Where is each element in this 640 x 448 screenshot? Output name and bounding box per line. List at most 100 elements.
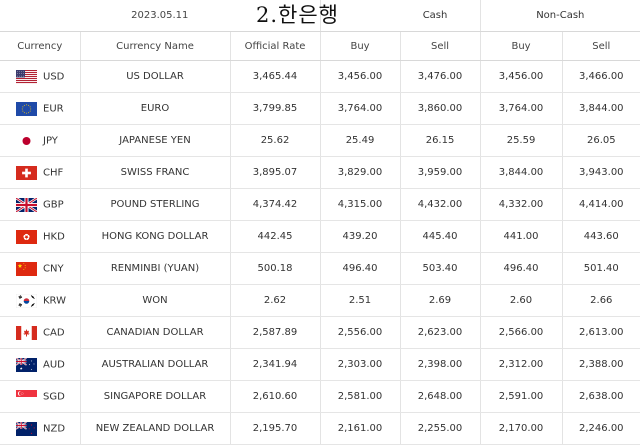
cash-buy: 439.20	[319, 220, 401, 253]
currency-cell: NZD	[0, 412, 80, 445]
official-rate: 2,587.89	[229, 316, 321, 349]
overlay-title: 2.한은행	[256, 3, 339, 27]
currency-code: JPY	[43, 135, 58, 146]
official-rate: 500.18	[229, 252, 321, 285]
currency-name: WON	[79, 284, 230, 317]
official-rate: 3,799.85	[229, 92, 321, 125]
cash-sell: 2,648.00	[399, 380, 481, 413]
col-official-rate: Official Rate	[229, 31, 321, 61]
currency-code: AUD	[43, 359, 65, 370]
gb-flag-icon	[16, 197, 37, 212]
exchange-rate-table: 2023.05.11 Cash Non-Cash Currency Curren…	[0, 0, 640, 445]
eu-flag-icon	[16, 101, 37, 116]
official-rate: 3,895.07	[229, 156, 321, 189]
noncash-sell: 443.60	[561, 220, 640, 253]
currency-code: CAD	[43, 327, 65, 338]
table-row-cny: CNY RENMINBI (YUAN) 500.18 496.40 503.40…	[0, 252, 640, 285]
col-noncash-sell: Sell	[561, 31, 640, 61]
noncash-sell: 2,388.00	[561, 348, 640, 381]
currency-cell: JPY	[0, 124, 80, 157]
ca-flag-icon	[16, 325, 37, 340]
currency-name: RENMINBI (YUAN)	[79, 252, 230, 285]
official-rate: 3,465.44	[229, 60, 321, 93]
cn-flag-icon	[16, 261, 37, 276]
table-row-gbp: GBP POUND STERLING 4,374.42 4,315.00 4,4…	[0, 188, 640, 221]
table-row-nzd: NZD NEW ZEALAND DOLLAR 2,195.70 2,161.00…	[0, 412, 640, 445]
currency-code: KRW	[43, 295, 66, 306]
col-cash-buy: Buy	[319, 31, 401, 61]
cash-sell: 503.40	[399, 252, 481, 285]
currency-name: JAPANESE YEN	[79, 124, 230, 157]
noncash-buy: 441.00	[479, 220, 563, 253]
currency-cell: KRW	[0, 284, 80, 317]
cash-sell: 3,860.00	[399, 92, 481, 125]
noncash-buy: 2,591.00	[479, 380, 563, 413]
col-cash-sell: Sell	[399, 31, 481, 61]
noncash-sell: 26.05	[561, 124, 640, 157]
hk-flag-icon	[16, 229, 37, 244]
jp-flag-icon	[16, 133, 37, 148]
noncash-buy: 4,332.00	[479, 188, 563, 221]
col-noncash-buy: Buy	[479, 31, 563, 61]
cash-sell: 3,476.00	[399, 60, 481, 93]
nz-flag-icon	[16, 421, 37, 436]
cash-sell: 26.15	[399, 124, 481, 157]
cash-buy: 2,161.00	[319, 412, 401, 445]
sg-flag-icon	[16, 389, 37, 404]
currency-cell: CAD	[0, 316, 80, 349]
table-row-hkd: HKD HONG KONG DOLLAR 442.45 439.20 445.4…	[0, 220, 640, 253]
table-row-usd: USD US DOLLAR 3,465.44 3,456.00 3,476.00…	[0, 60, 640, 93]
noncash-buy: 2,170.00	[479, 412, 563, 445]
cash-buy: 2,303.00	[319, 348, 401, 381]
cash-sell: 3,959.00	[399, 156, 481, 189]
currency-cell: GBP	[0, 188, 80, 221]
table-row-cad: CAD CANADIAN DOLLAR 2,587.89 2,556.00 2,…	[0, 316, 640, 349]
currency-name: NEW ZEALAND DOLLAR	[79, 412, 230, 445]
currency-name: SWISS FRANC	[79, 156, 230, 189]
currency-name: SINGAPORE DOLLAR	[79, 380, 230, 413]
noncash-buy: 2,566.00	[479, 316, 563, 349]
noncash-sell: 2,638.00	[561, 380, 640, 413]
cash-sell: 2,623.00	[399, 316, 481, 349]
au-flag-icon	[16, 357, 37, 372]
cash-sell: 445.40	[399, 220, 481, 253]
noncash-buy: 25.59	[479, 124, 563, 157]
cash-buy: 3,829.00	[319, 156, 401, 189]
col-currency: Currency	[0, 31, 80, 61]
noncash-buy: 3,456.00	[479, 60, 563, 93]
table-row-krw: KRW WON 2.62 2.51 2.69 2.60 2.66	[0, 284, 640, 317]
exchange-rate-page: 2023.05.11 Cash Non-Cash Currency Curren…	[0, 0, 640, 448]
currency-cell: HKD	[0, 220, 80, 253]
ch-flag-icon	[16, 165, 37, 180]
noncash-sell: 3,844.00	[561, 92, 640, 125]
cash-buy: 496.40	[319, 252, 401, 285]
table-row-aud: AUD AUSTRALIAN DOLLAR 2,341.94 2,303.00 …	[0, 348, 640, 381]
currency-cell: EUR	[0, 92, 80, 125]
official-rate: 4,374.42	[229, 188, 321, 221]
noncash-buy: 2.60	[479, 284, 563, 317]
currency-code: USD	[43, 71, 65, 82]
cash-label: Cash	[422, 10, 448, 21]
currency-name: US DOLLAR	[79, 60, 230, 93]
cash-buy: 2,581.00	[319, 380, 401, 413]
noncash-sell: 3,943.00	[561, 156, 640, 189]
official-rate: 2,195.70	[229, 412, 321, 445]
official-rate: 2,341.94	[229, 348, 321, 381]
currency-cell: CNY	[0, 252, 80, 285]
currency-name: AUSTRALIAN DOLLAR	[79, 348, 230, 381]
currency-cell: USD	[0, 60, 80, 93]
cash-buy: 2,556.00	[319, 316, 401, 349]
noncash-sell: 2.66	[561, 284, 640, 317]
official-rate: 2.62	[229, 284, 321, 317]
currency-code: CHF	[43, 167, 64, 178]
cash-group-header: Cash	[319, 0, 481, 32]
noncash-buy: 2,312.00	[479, 348, 563, 381]
cash-sell: 2,398.00	[399, 348, 481, 381]
col-currency-name: Currency Name	[79, 31, 230, 61]
cash-buy: 2.51	[319, 284, 401, 317]
cash-sell: 4,432.00	[399, 188, 481, 221]
noncash-sell: 4,414.00	[561, 188, 640, 221]
header-row-columns: Currency Currency Name Official Rate Buy…	[0, 31, 640, 61]
kr-flag-icon	[16, 293, 37, 308]
currency-code: EUR	[43, 103, 64, 114]
